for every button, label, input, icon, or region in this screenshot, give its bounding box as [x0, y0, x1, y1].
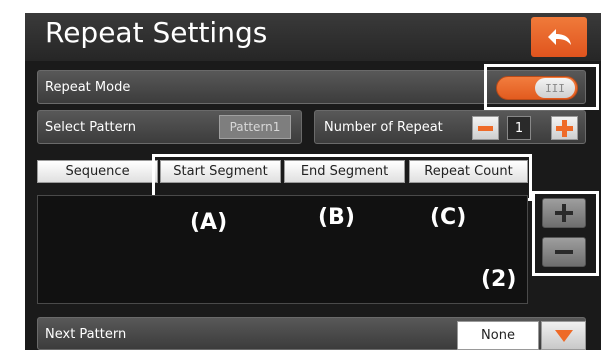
side-buttons-highlight-box — [532, 191, 599, 276]
next-pattern-label: Next Pattern — [45, 327, 127, 342]
pattern-select-field[interactable]: Pattern1 — [219, 115, 291, 139]
next-pattern-select[interactable]: None — [457, 321, 539, 350]
repeat-count-value: 1 — [507, 116, 531, 140]
screenshot-stage: Repeat Settings Repeat Mode III Select P… — [0, 0, 606, 350]
columns-highlight-box — [152, 154, 532, 201]
toggle-highlight-box — [484, 64, 599, 110]
back-arrow-icon — [548, 29, 571, 45]
back-button[interactable] — [531, 17, 587, 57]
tab-sequence[interactable]: Sequence — [37, 160, 158, 183]
minus-icon — [478, 125, 493, 131]
plus-icon — [556, 119, 573, 137]
select-pattern-label: Select Pattern — [45, 120, 137, 135]
next-pattern-dropdown-button[interactable] — [541, 321, 586, 350]
decrement-repeat-button[interactable] — [472, 116, 499, 140]
increment-repeat-button[interactable] — [551, 116, 578, 140]
repeat-mode-label: Repeat Mode — [45, 80, 131, 95]
number-of-repeat-label: Number of Repeat — [324, 120, 443, 135]
callout-a: (A) — [190, 210, 228, 235]
callout-2: (2) — [481, 267, 517, 292]
callout-b: (B) — [318, 205, 355, 230]
triangle-down-icon — [554, 329, 573, 342]
page-title: Repeat Settings — [45, 16, 268, 49]
callout-c: (C) — [430, 205, 467, 230]
